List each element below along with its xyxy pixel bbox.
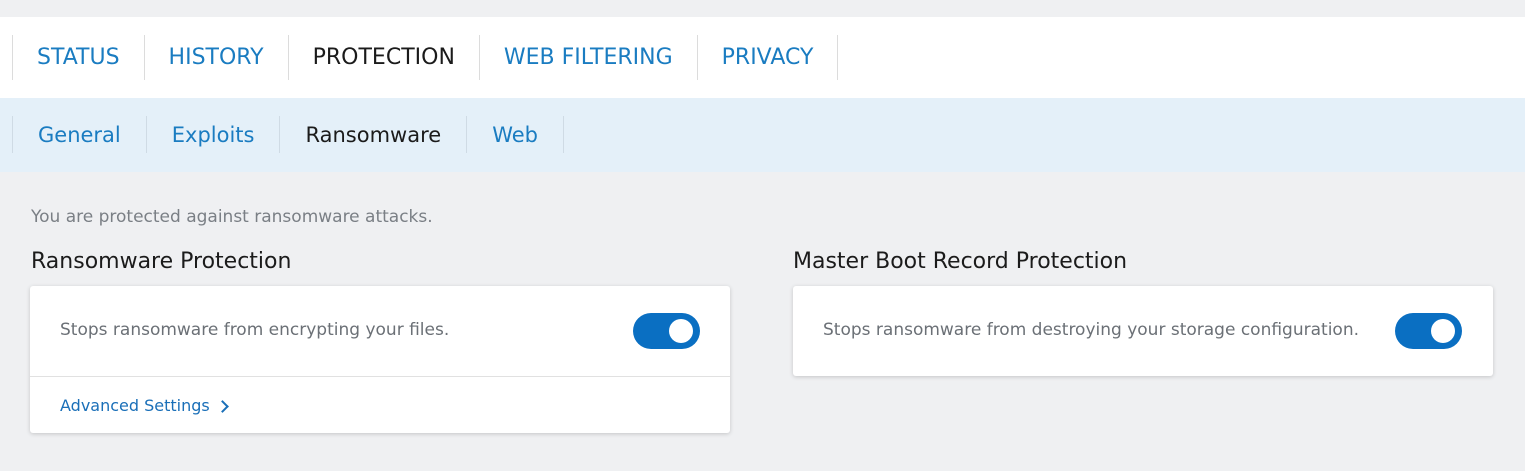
tab-web-filtering[interactable]: WEB FILTERING [480,35,698,80]
sub-nav-bar: General Exploits Ransomware Web [0,98,1525,172]
advanced-settings-label: Advanced Settings [60,396,210,415]
chevron-right-icon [215,400,229,413]
tab-privacy[interactable]: PRIVACY [698,35,839,80]
mbr-protection-title: Master Boot Record Protection [793,249,1128,274]
ransomware-protection-card: Stops ransomware from encrypting your fi… [30,286,730,433]
toggle-knob [669,319,693,343]
mbr-protection-toggle[interactable] [1395,313,1462,349]
sub-tabs: General Exploits Ransomware Web [12,116,564,153]
ransomware-description: Stops ransomware from encrypting your fi… [60,320,450,340]
ransomware-protection-toggle[interactable] [633,313,700,349]
subtab-general[interactable]: General [13,116,147,153]
mbr-toggle-row: Stops ransomware from destroying your st… [793,286,1493,376]
ransomware-protection-title: Ransomware Protection [31,249,292,274]
tab-status[interactable]: STATUS [13,35,145,80]
mbr-protection-card: Stops ransomware from destroying your st… [793,286,1493,376]
main-tabs: STATUS HISTORY PROTECTION WEB FILTERING … [12,35,839,80]
protection-status-text: You are protected against ransomware att… [31,207,433,227]
subtab-web[interactable]: Web [467,116,564,153]
subtab-ransomware[interactable]: Ransomware [280,116,468,153]
subtab-exploits[interactable]: Exploits [147,116,281,153]
ransomware-toggle-row: Stops ransomware from encrypting your fi… [30,286,730,376]
toggle-knob [1431,319,1455,343]
ransomware-card-footer: Advanced Settings [30,376,730,433]
advanced-settings-link[interactable]: Advanced Settings [60,396,229,415]
tab-protection[interactable]: PROTECTION [289,35,480,80]
main-nav-bar: STATUS HISTORY PROTECTION WEB FILTERING … [0,17,1525,98]
mbr-description: Stops ransomware from destroying your st… [823,320,1359,340]
tab-history[interactable]: HISTORY [145,35,289,80]
